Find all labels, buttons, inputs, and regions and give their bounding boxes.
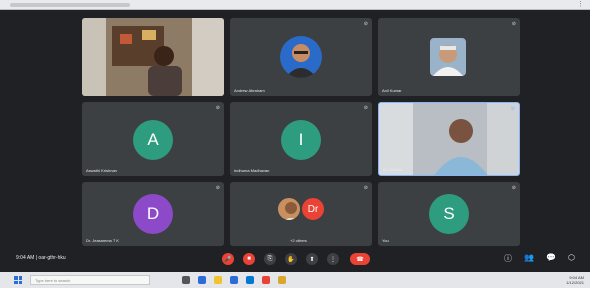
system-tray-clock[interactable]: 9:04 AM 1/12/2021 [566,275,584,285]
mic-muted-icon: ⊘ [215,185,220,191]
video-feed [379,103,519,175]
participant-tile[interactable]: ⊘ [82,18,224,96]
participant-name: Anil Kumar [382,88,402,93]
edge-icon[interactable] [198,276,206,284]
mic-muted-icon: ⊘ [215,105,220,111]
camera-off-button[interactable]: ■ [243,253,255,265]
avatar [430,38,466,76]
address-bar[interactable] [10,3,130,7]
more-icon[interactable]: ⋮ [577,1,584,8]
participant-tile-others[interactable]: Dr ⊘ +2 others [230,182,372,246]
chat-icon[interactable]: 💬 [546,253,556,262]
end-call-button[interactable]: ☎ [350,253,370,265]
mic-muted-icon: ⊘ [511,185,516,191]
raise-hand-button[interactable]: ✋ [285,253,297,265]
avatar: Dr [300,196,326,222]
mic-off-button[interactable]: 🎤 [222,253,234,265]
participant-name: You [382,238,389,243]
store-icon[interactable] [230,276,238,284]
meeting-info: 9:04 AM | oar-gthr-hku [16,255,66,261]
taskbar-search-input[interactable]: Type here to search [30,275,150,285]
avatar: I [281,120,321,160]
file-explorer-icon[interactable] [214,276,222,284]
participant-tile[interactable]: ⊘ Anil Kumar [378,18,520,96]
mic-muted-icon: ⊘ [511,21,516,27]
browser-bar: ⋮ [0,0,590,10]
participant-tile-self[interactable]: S ⊘ You [378,182,520,246]
people-icon[interactable]: 👥 [524,253,534,262]
avatar [280,36,322,78]
participant-tile-active-speaker[interactable]: ⊘ Dr. Geetha [378,102,520,176]
participant-tile[interactable]: A ⊘ Aswathi Krishnan [82,102,224,176]
captions-button[interactable]: ⎘ [264,253,276,265]
present-button[interactable]: ⬆ [306,253,318,265]
participant-name: Andrew Abraham [234,88,265,93]
participant-name: +2 others [290,238,307,243]
task-view-icon[interactable] [182,276,190,284]
info-icon[interactable]: ⓘ [504,253,512,264]
video-feed [82,18,224,96]
avatar: D [133,194,173,234]
app-icon[interactable] [278,276,286,284]
participant-name: Dr. Geetha [383,167,403,172]
participant-tile[interactable]: I ⊘ Indhuma Madhavan [230,102,372,176]
clock-date: 1/12/2021 [566,280,584,285]
windows-start-icon[interactable] [14,276,22,284]
participant-name: Aswathi Krishnan [86,168,117,173]
avatar [276,196,302,222]
mic-muted-icon: ⊘ [363,185,368,191]
participant-tile[interactable]: ⊘ Andrew Abraham [230,18,372,96]
search-placeholder: Type here to search [35,278,71,283]
avatar: A [133,120,173,160]
windows-taskbar: Type here to search 9:04 AM 1/12/2021 [0,272,590,288]
avatar: S [429,194,469,234]
meeting-toolbar: 9:04 AM | oar-gthr-hku 🎤 ■ ⎘ ✋ ⬆ ⋮ ☎ ⓘ 👥… [0,246,590,272]
participant-tile[interactable]: D ⊘ Dr. Jeasamma T K [82,182,224,246]
participant-name: Dr. Jeasamma T K [86,238,119,243]
activities-icon[interactable]: ⬡ [568,253,575,262]
speaking-icon: ⊘ [510,106,515,112]
mic-muted-icon: ⊘ [215,21,220,27]
meeting-grid: ⊘ ⊘ Andrew Abraham ⊘ Anil Kumar A ⊘ Aswa… [0,10,590,246]
more-options-button[interactable]: ⋮ [327,253,339,265]
mail-icon[interactable] [246,276,254,284]
mic-muted-icon: ⊘ [363,21,368,27]
chrome-icon[interactable] [262,276,270,284]
participant-name: Indhuma Madhavan [234,168,270,173]
mic-muted-icon: ⊘ [363,105,368,111]
